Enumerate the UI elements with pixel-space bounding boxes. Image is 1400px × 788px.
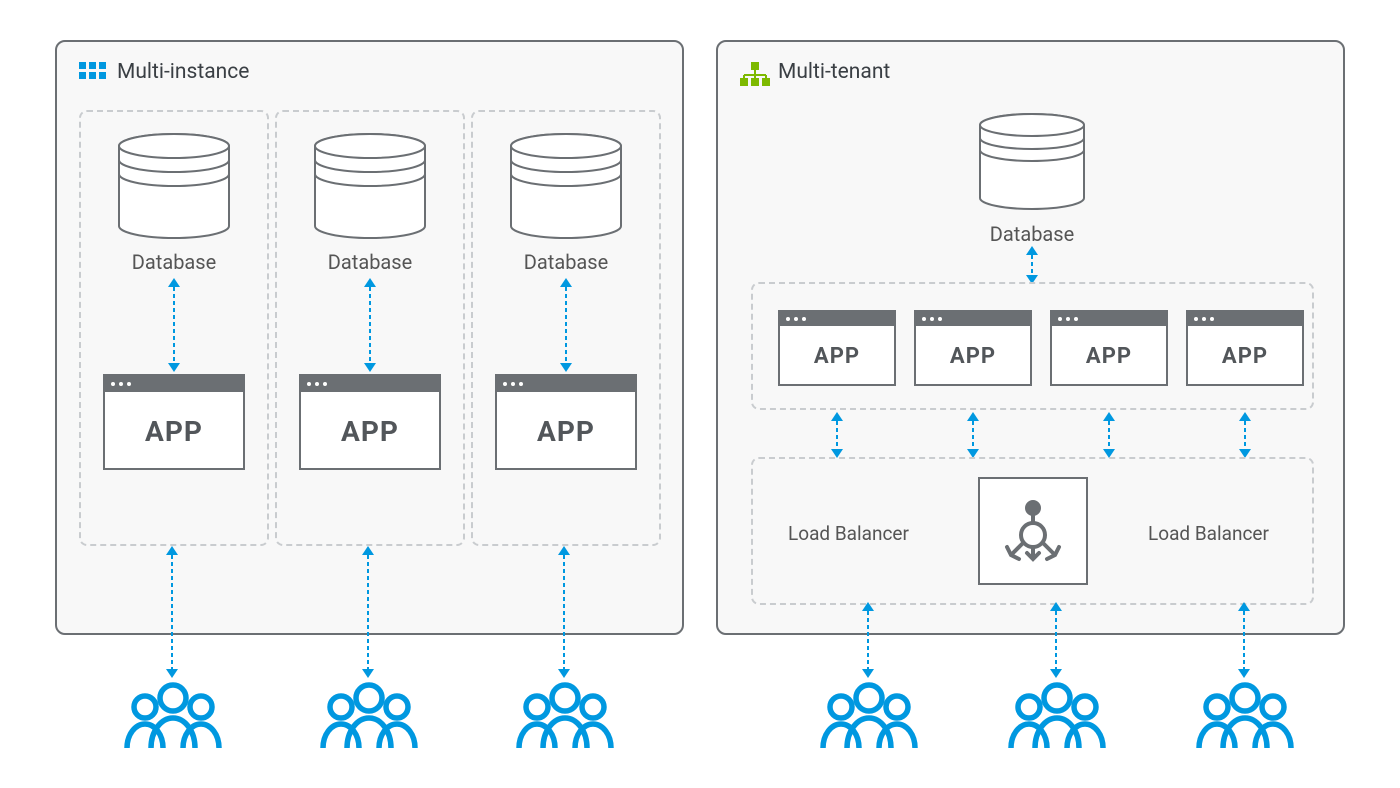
bidirectional-arrow-icon [565, 280, 567, 370]
app-window-header [105, 376, 243, 392]
bidirectional-arrow-icon [1108, 414, 1110, 456]
app-box: APP [1186, 310, 1304, 386]
database-icon [496, 132, 636, 240]
bidirectional-arrow-icon [1244, 414, 1246, 456]
users-group-icon [118, 682, 228, 752]
users-group-icon [510, 682, 620, 752]
database-icon [300, 132, 440, 240]
multi-tenant-icon [740, 62, 770, 90]
bidirectional-arrow-icon [171, 548, 173, 676]
bidirectional-arrow-icon [836, 414, 838, 456]
app-label: APP [1188, 326, 1302, 386]
app-label: APP [780, 326, 894, 386]
app-window-header [497, 376, 635, 392]
users-group-icon [814, 682, 924, 752]
database-label: Database [300, 250, 440, 274]
bidirectional-arrow-icon [1243, 604, 1245, 676]
load-balancer-label: Load Balancer [788, 522, 909, 545]
app-window-header [301, 376, 439, 392]
database-label: Database [962, 222, 1102, 246]
app-window-header [916, 312, 1030, 326]
bidirectional-arrow-icon [1031, 248, 1033, 282]
app-box: APP [103, 374, 245, 470]
architecture-diagram: Multi-instance Database Data [0, 0, 1400, 788]
app-box: APP [914, 310, 1032, 386]
bidirectional-arrow-icon [1055, 604, 1057, 676]
app-box: APP [1050, 310, 1168, 386]
database: Database [496, 132, 636, 274]
app-window-header [1052, 312, 1166, 326]
load-balancer-icon [999, 497, 1067, 565]
users-group-icon [1002, 682, 1112, 752]
app-box: APP [495, 374, 637, 470]
app-box: APP [778, 310, 896, 386]
users-group-icon [1190, 682, 1300, 752]
app-window-header [780, 312, 894, 326]
bidirectional-arrow-icon [972, 414, 974, 456]
bidirectional-arrow-icon [367, 548, 369, 676]
multi-tenant-panel: Multi-tenant Database APP APP AP [716, 40, 1345, 635]
app-label: APP [301, 392, 439, 470]
database-label: Database [104, 250, 244, 274]
app-label: APP [105, 392, 243, 470]
load-balancer-label: Load Balancer [1148, 522, 1269, 545]
database-label: Database [496, 250, 636, 274]
app-box: APP [299, 374, 441, 470]
database-icon [962, 112, 1102, 212]
app-window-header [1188, 312, 1302, 326]
bidirectional-arrow-icon [867, 604, 869, 676]
database: Database [962, 112, 1102, 246]
users-group-icon [314, 682, 424, 752]
app-label: APP [1052, 326, 1166, 386]
panel-title: Multi-tenant [778, 60, 890, 84]
bidirectional-arrow-icon [563, 548, 565, 676]
multi-instance-icon [79, 62, 107, 88]
app-label: APP [916, 326, 1030, 386]
load-balancer [978, 477, 1088, 585]
database-icon [104, 132, 244, 240]
app-label: APP [497, 392, 635, 470]
database: Database [300, 132, 440, 274]
panel-title: Multi-instance [117, 60, 249, 84]
bidirectional-arrow-icon [173, 280, 175, 370]
bidirectional-arrow-icon [369, 280, 371, 370]
database: Database [104, 132, 244, 274]
